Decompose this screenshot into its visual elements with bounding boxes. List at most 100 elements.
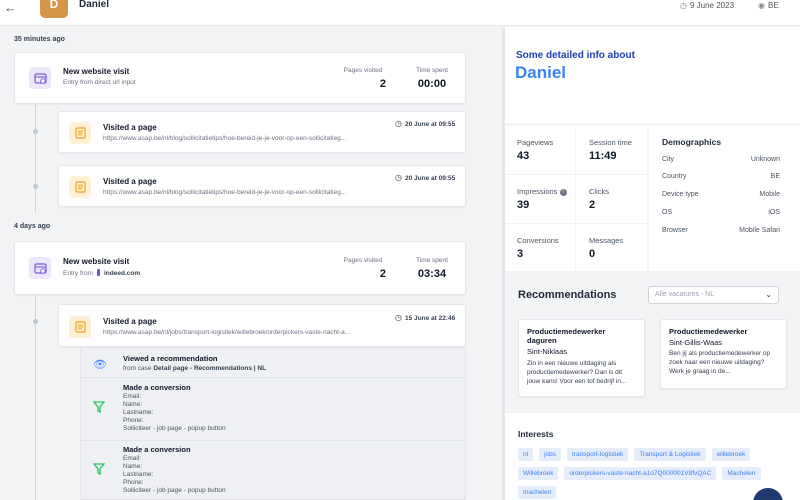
conversion-event[interactable]: Made a conversion Email: Name: Lastname:…	[81, 379, 467, 441]
time-spent-label: Time spent	[416, 67, 448, 74]
rec-card-desc: Ben jij als productiemedewerker op zoek n…	[669, 350, 771, 375]
conversion-field: Phone:	[123, 479, 144, 486]
demographic-row: OS iOS	[662, 209, 780, 216]
page-url[interactable]: https://www.asap.be/nl/blog/sollicitatie…	[103, 135, 393, 142]
rec-card-place: Sint-Niklaas	[527, 347, 568, 356]
conversion-source: Solliciteer - job page - popup button	[123, 487, 226, 494]
header-country: ◉ BE	[758, 1, 779, 10]
demographic-row: Browser Mobile Safari	[662, 227, 780, 234]
clock-icon: ◷	[395, 313, 402, 322]
timeline-connector	[35, 104, 36, 213]
page-visit-date: ◷ 20 June at 09:55	[395, 173, 456, 182]
demographic-row: Device type Mobile	[662, 191, 780, 198]
conversion-field: Phone:	[123, 417, 144, 424]
page-icon	[69, 176, 91, 198]
interest-tag[interactable]: machelen	[518, 486, 557, 499]
clock-icon: ◷	[680, 1, 687, 10]
page-url[interactable]: https://www.asap.be/nl/blog/sollicitatie…	[103, 189, 393, 196]
browser-calendar-icon	[29, 257, 51, 279]
interest-tag[interactable]: nl	[518, 448, 534, 461]
recommendation-card[interactable]: Productiemedewerker Sint-Gillis-Waas Ben…	[660, 319, 787, 389]
page-visit-title: Visited a page	[103, 317, 157, 326]
demographics-title: Demographics	[662, 137, 722, 147]
info-icon[interactable]: i	[559, 188, 567, 196]
time-spent-label: Time spent	[416, 257, 448, 264]
time-ago-label: 4 days ago	[14, 223, 51, 230]
stat-clicks: Clicks 2	[589, 187, 609, 211]
visit-title: New website visit	[63, 257, 130, 266]
rec-card-title: Productiemedewerker daguren	[527, 327, 606, 345]
time-spent-value: 00:00	[417, 78, 447, 90]
visit-card[interactable]: New website visit Entry from indeed.com P…	[14, 241, 466, 295]
page-visit-title: Visited a page	[103, 177, 157, 186]
rec-card-place: Sint-Gillis-Waas	[669, 338, 723, 347]
avatar: D	[40, 0, 68, 18]
browser-calendar-icon	[29, 67, 51, 89]
page-visit-card[interactable]: Visited a page https://www.asap.be/nl/jo…	[58, 304, 466, 347]
stat-impressions: Impressions i 39	[505, 175, 577, 223]
vacancy-select[interactable]: Alle vacatures - NL ⌄	[648, 286, 779, 304]
globe-icon: ◉	[758, 1, 765, 10]
chevron-down-icon: ⌄	[765, 290, 772, 299]
conversion-event[interactable]: Made a conversion Email: Name: Lastname:…	[81, 441, 467, 500]
visit-card[interactable]: New website visit Entry from direct url …	[14, 52, 466, 104]
back-arrow-icon[interactable]: ←	[4, 0, 17, 15]
recommendations-title: Recommendations	[518, 289, 617, 301]
timeline-connector	[35, 295, 36, 500]
clock-icon: ◷	[395, 173, 402, 182]
page-visit-date: ◷ 20 June at 09:55	[395, 119, 456, 128]
interest-tag[interactable]: Machelen	[722, 467, 761, 480]
stat-session-time: Session time 11:49	[589, 138, 632, 162]
timeline-dot	[33, 319, 38, 324]
interest-tag[interactable]: transport-logistiek	[567, 448, 629, 461]
interest-tag[interactable]: orderpickers-vaste-nacht-a1o7Q000001V8fv…	[564, 467, 717, 480]
recommendation-event[interactable]: 👁 Viewed a recommendation from case Deta…	[81, 348, 467, 378]
event-title: Viewed a recommendation	[123, 354, 218, 363]
funnel-icon	[92, 463, 106, 478]
rec-card-title: Productiemedewerker	[669, 327, 748, 336]
pages-visited-value: 2	[379, 78, 386, 90]
user-name: Daniel	[79, 0, 110, 10]
pages-visited-label: Pages visited	[343, 257, 383, 264]
conversion-field: Lastname:	[123, 471, 154, 478]
recommendation-card[interactable]: Productiemedewerker daguren Sint-Niklaas …	[518, 319, 645, 397]
conversion-field: Email:	[123, 455, 142, 462]
interest-tag[interactable]: Willebroek	[518, 467, 559, 480]
demographic-row: Country BE	[662, 173, 780, 180]
event-title: Made a conversion	[123, 383, 191, 392]
page-visit-card[interactable]: Visited a page https://www.asap.be/nl/bl…	[58, 165, 466, 207]
event-title: Made a conversion	[123, 445, 191, 454]
page-events-panel: 👁 Viewed a recommendation from case Deta…	[80, 347, 467, 500]
page-visit-title: Visited a page	[103, 123, 157, 132]
stat-messages: Messages 0	[589, 236, 624, 260]
indeed-icon	[96, 269, 100, 276]
divider	[505, 410, 800, 413]
page-url[interactable]: https://www.asap.be/nl/jobs/transport-lo…	[103, 329, 393, 336]
interest-tags: nl jobs transport-logistiek Transport & …	[518, 448, 788, 499]
top-header: ← D Daniel ◷ 9 June 2023 ◉ BE	[0, 0, 800, 26]
pages-visited-label: Pages visited	[343, 67, 383, 74]
visit-subtitle: Entry from direct url input	[63, 79, 136, 86]
conversion-field: Email:	[123, 393, 142, 400]
pages-visited-value: 2	[379, 268, 386, 280]
page-visit-card[interactable]: Visited a page https://www.asap.be/nl/bl…	[58, 111, 466, 153]
conversion-field: Name:	[123, 401, 143, 408]
interest-tag[interactable]: jobs	[539, 448, 561, 461]
page-icon	[69, 122, 91, 144]
funnel-icon	[92, 401, 106, 416]
event-source: from case Detail page - Recommendations …	[123, 365, 267, 372]
stat-conversions: Conversions 3	[517, 236, 559, 260]
interest-tag[interactable]: willebroek	[711, 448, 751, 461]
interest-tag[interactable]: Transport & Logistiek	[634, 448, 706, 461]
conversion-source: Solliciteer - job page - popup button	[123, 425, 226, 432]
interests-title: Interests	[518, 429, 554, 439]
time-spent-value: 03:34	[417, 268, 447, 280]
timeline-dot	[33, 184, 38, 189]
eye-icon: 👁	[93, 359, 107, 371]
info-heading: Some detailed info about	[516, 50, 635, 61]
conversion-field: Name:	[123, 463, 143, 470]
page-icon	[69, 316, 91, 338]
stat-pageviews: Pageviews 43	[517, 138, 554, 162]
page-visit-date: ◷ 15 June at 22:46	[395, 313, 456, 322]
visit-subtitle: Entry from indeed.com	[63, 269, 141, 277]
